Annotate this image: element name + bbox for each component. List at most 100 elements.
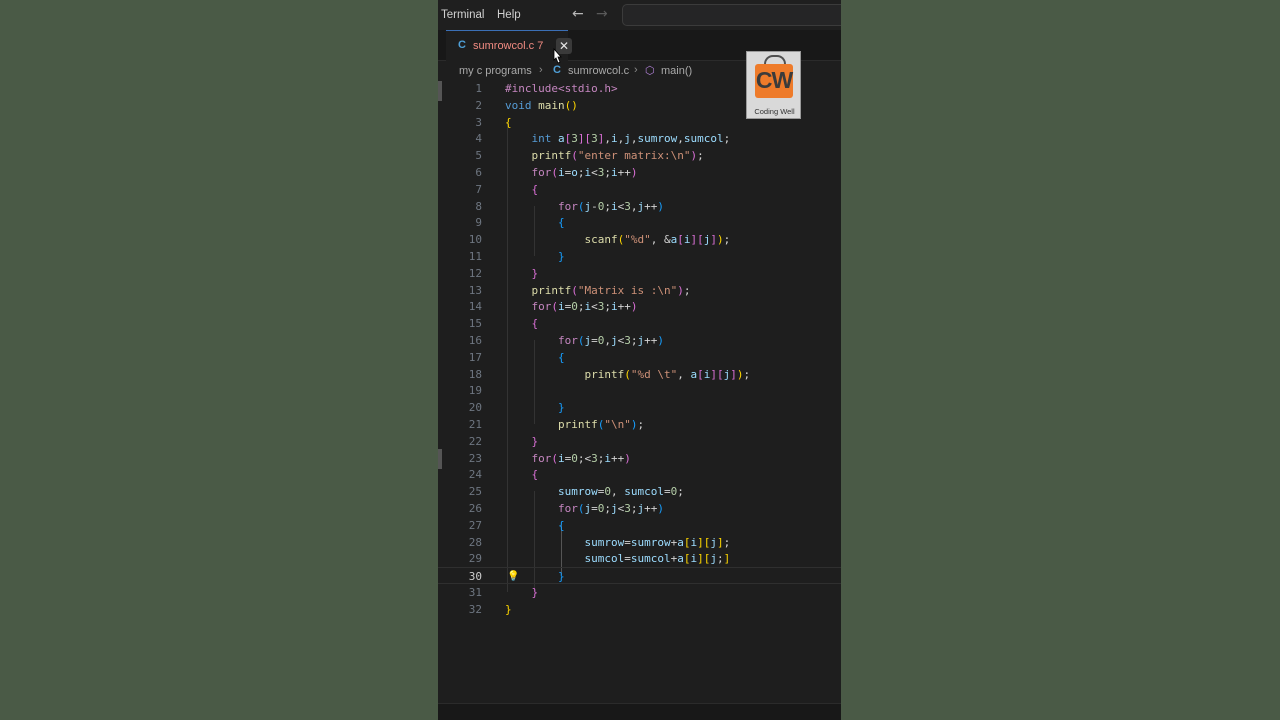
code-line[interactable]: 12 } (438, 265, 841, 282)
command-center-search[interactable] (622, 4, 841, 26)
code-line[interactable]: 16 for(j=0,j<3;j++) (438, 332, 841, 349)
code-line[interactable]: 27 { (438, 517, 841, 534)
code-line[interactable]: 15 { (438, 315, 841, 332)
code-line[interactable]: 32} (438, 601, 841, 618)
breadcrumb-folder[interactable]: my c programs (459, 65, 532, 77)
code-line[interactable]: 14 for(i=0;i<3;i++) (438, 298, 841, 315)
code-line[interactable]: 19 (438, 382, 841, 399)
code-line[interactable]: 20 } (438, 399, 841, 416)
breadcrumb-file[interactable]: sumrowcol.c (568, 65, 629, 77)
line-number: 1 (475, 82, 482, 95)
code-line[interactable]: 7 { (438, 181, 841, 198)
line-number: 21 (468, 418, 482, 431)
line-number: 11 (468, 250, 482, 263)
code-text: } (531, 586, 539, 599)
code-line[interactable]: 30 } 💡 (438, 567, 841, 585)
line-number: 16 (468, 334, 482, 347)
code-text: for(i=0;i<3;i++) (531, 300, 638, 314)
code-line[interactable]: 8 for(j-0;i<3,j++) (438, 198, 841, 215)
code-text: #include<stdio.h> (505, 82, 618, 95)
code-text: } (558, 250, 565, 263)
line-number: 29 (468, 552, 482, 566)
tab-problem-count: 7 (537, 40, 544, 52)
line-number: 26 (468, 502, 482, 515)
vscode-window: Terminal Help ← → C sumrowcol.c 7 ✕ my c… (438, 0, 841, 720)
line-number: 18 (468, 367, 482, 381)
lightbulb-icon[interactable]: 💡 (507, 568, 519, 585)
line-number: 28 (468, 535, 482, 549)
code-line[interactable]: 10 scanf("%d", &a[i][j]); (438, 231, 841, 248)
code-text: } (558, 401, 565, 415)
c-file-icon: C (458, 39, 466, 51)
code-line[interactable]: 18 printf("%d \t", a[i][j]); (438, 366, 841, 383)
line-number: 19 (468, 384, 482, 398)
line-number: 24 (468, 468, 482, 482)
code-line[interactable]: 26 for(j=0;j<3;j++) (438, 500, 841, 517)
code-text: printf("enter matrix:\n"); (531, 149, 704, 163)
line-number: 8 (475, 199, 482, 213)
code-line[interactable]: 4 int a[3][3],i,j,sumrow,sumcol; (438, 130, 841, 147)
code-text: { (531, 468, 539, 482)
breadcrumb-symbol[interactable]: main() (661, 65, 692, 77)
code-text: for(j=0,j<3;j++) (558, 334, 664, 347)
code-text: { (531, 317, 539, 331)
code-text: for(i=o;i<3;i++) (531, 166, 638, 179)
c-file-icon: C (553, 64, 561, 76)
tab-sumrowcol[interactable]: C sumrowcol.c 7 ✕ (446, 30, 572, 61)
code-text: } (531, 266, 539, 280)
line-number: 32 (468, 602, 482, 616)
code-text: for(j-0;i<3,j++) (558, 199, 664, 213)
code-line[interactable]: 29 sumcol=sumcol+a[i][j;] (438, 550, 841, 567)
code-line[interactable]: 22 } (438, 433, 841, 450)
code-line[interactable]: 5 printf("enter matrix:\n"); (438, 147, 841, 164)
code-text: { (558, 216, 565, 230)
code-text: for(i=0;<3;i++) (531, 451, 631, 465)
cube-icon: ⬡ (645, 65, 655, 77)
code-line[interactable]: 1 #include<stdio.h> (438, 80, 841, 97)
line-number: 17 (468, 350, 482, 364)
code-line[interactable]: 21 printf("\n"); (438, 416, 841, 433)
code-text: sumrow=sumrow+a[i][j]; (584, 535, 731, 549)
code-text: { (558, 518, 565, 532)
code-text: printf("\n"); (558, 418, 645, 431)
line-number: 22 (468, 434, 482, 448)
line-number: 20 (468, 401, 482, 415)
tab-label: sumrowcol.c 7 (473, 40, 543, 52)
forward-arrow-icon[interactable]: → (596, 6, 608, 22)
line-number: 4 (475, 132, 482, 146)
code-line[interactable]: 28 sumrow=sumrow+a[i][j]; (438, 534, 841, 551)
code-text: int a[3][3],i,j,sumrow,sumcol; (531, 132, 731, 146)
line-number: 15 (468, 317, 482, 331)
line-number: 2 (475, 98, 482, 112)
line-number: 6 (475, 166, 482, 179)
code-line[interactable]: 13 printf("Matrix is :\n"); (438, 282, 841, 299)
menu-terminal[interactable]: Terminal (441, 9, 484, 21)
code-text: { (531, 182, 539, 196)
code-editor[interactable]: 1 #include<stdio.h> 2 void main() 3{4 int a[… (438, 80, 841, 620)
line-number: 5 (475, 149, 482, 163)
line-number: 13 (468, 283, 482, 297)
code-line[interactable]: 3{ (438, 114, 841, 131)
menu-bar: Terminal Help ← → (438, 0, 841, 30)
code-text: { (558, 350, 565, 364)
status-bar (438, 703, 841, 720)
code-line[interactable]: 6 for(i=o;i<3;i++) (438, 164, 841, 181)
menu-help[interactable]: Help (497, 9, 521, 21)
line-number: 31 (468, 586, 482, 599)
line-number: 12 (468, 266, 482, 280)
code-line[interactable]: 2 void main() (438, 97, 841, 114)
code-line[interactable]: 9 { (438, 214, 841, 231)
code-line[interactable]: 17 { (438, 349, 841, 366)
code-text: scanf("%d", &a[i][j]); (584, 233, 731, 247)
line-number: 30 (468, 570, 482, 584)
code-line[interactable]: 24 { (438, 466, 841, 483)
code-line[interactable]: 25 sumrow=0, sumcol=0; (438, 483, 841, 500)
back-arrow-icon[interactable]: ← (572, 6, 584, 22)
code-line[interactable]: 11 } (438, 248, 841, 265)
chevron-right-icon: › (539, 64, 543, 76)
code-text: printf("Matrix is :\n"); (531, 283, 691, 297)
code-line[interactable]: 31 } (438, 584, 841, 601)
line-number: 14 (468, 300, 482, 314)
code-line[interactable]: 23 for(i=0;<3;i++) (438, 450, 841, 467)
code-text: sumcol=sumcol+a[i][j;] (584, 552, 731, 566)
